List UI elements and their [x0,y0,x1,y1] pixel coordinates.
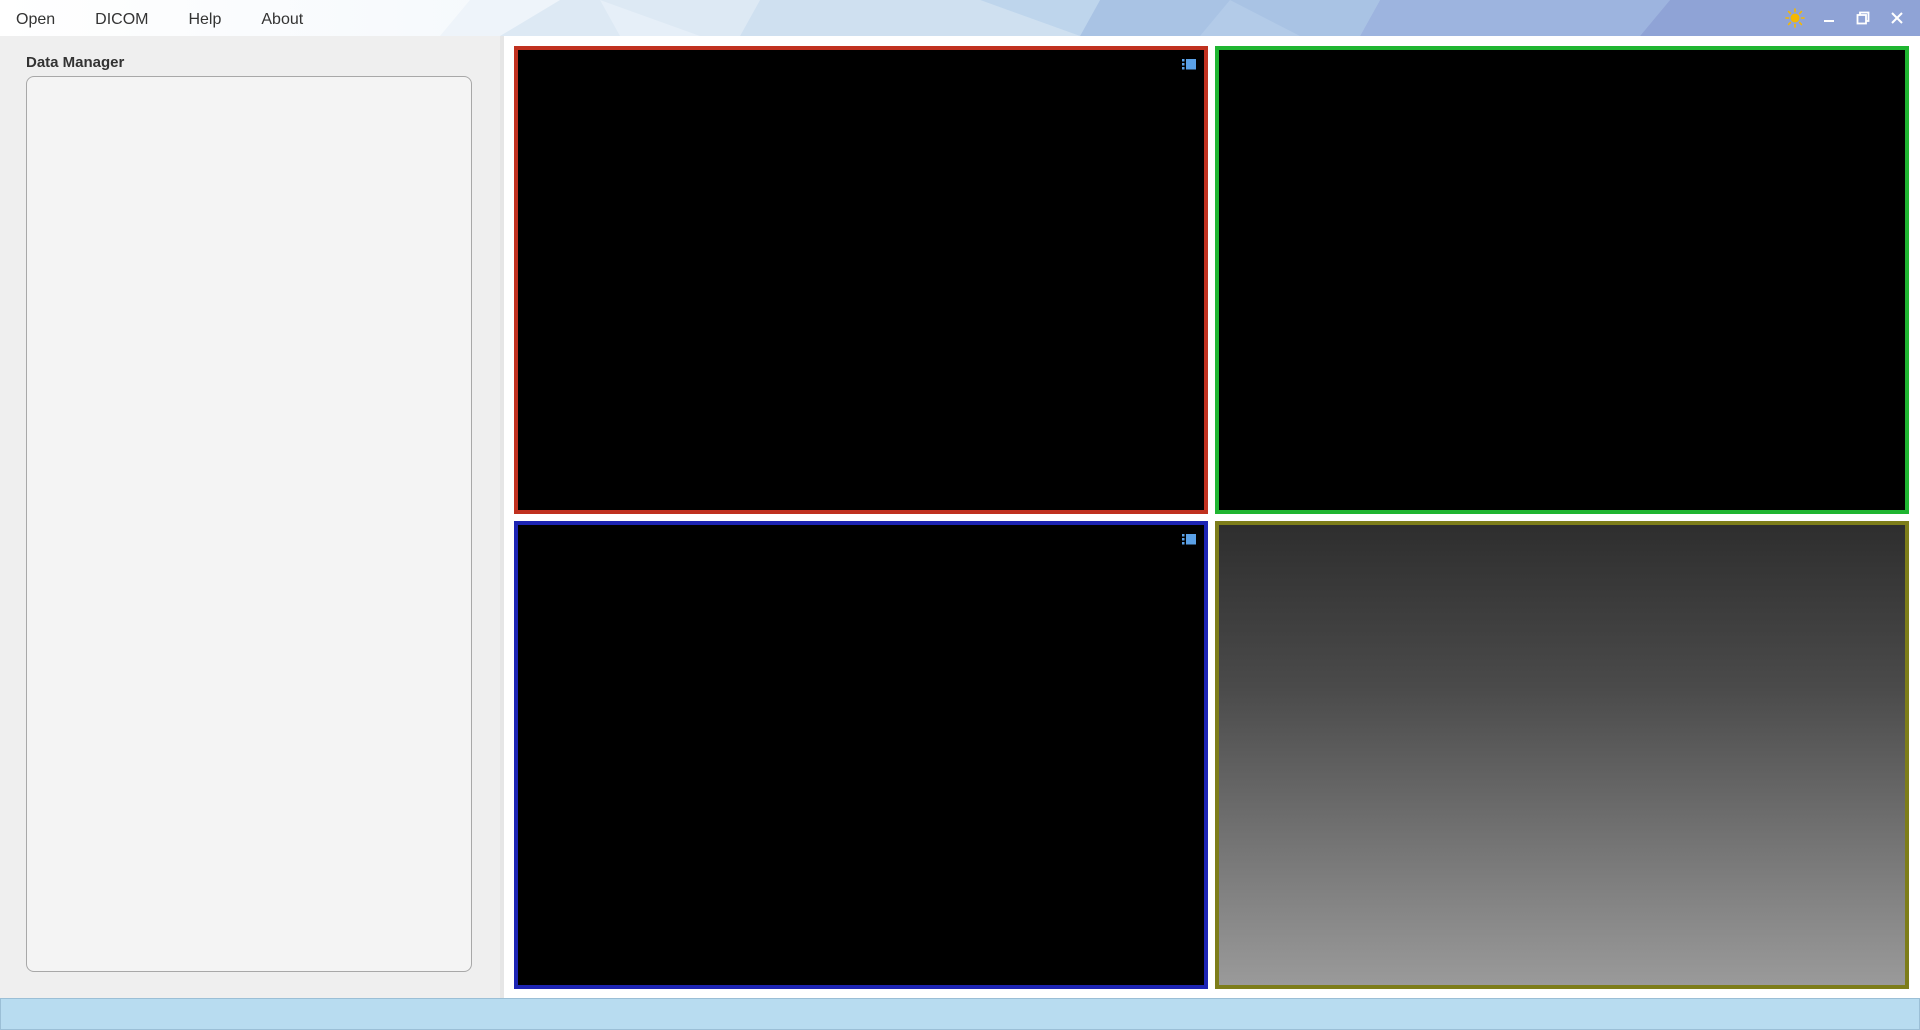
sun-icon [1785,8,1805,28]
theme-toggle-button[interactable] [1782,5,1808,31]
viewport-grid [504,36,1920,998]
data-manager-list[interactable] [26,76,472,972]
window-controls [1782,0,1910,36]
viewport-menu-icon[interactable] [1182,58,1196,70]
viewport-blue[interactable] [514,521,1208,989]
close-icon [1891,12,1903,24]
menu-bar: Open DICOM Help About [0,0,1920,36]
minimize-icon [1824,20,1834,22]
data-manager-title: Data Manager [26,54,125,71]
menu-about[interactable]: About [241,0,323,36]
data-manager-panel: Data Manager [0,36,501,998]
status-bar [0,998,1920,1030]
viewport-green[interactable] [1215,46,1909,514]
viewport-3d[interactable] [1215,521,1909,989]
close-button[interactable] [1884,5,1910,31]
menu-items: Open DICOM Help About [0,0,323,36]
menu-dicom[interactable]: DICOM [75,0,168,36]
viewport-red[interactable] [514,46,1208,514]
app-window: Open DICOM Help About Data Manager [0,0,1920,1030]
restore-icon [1856,11,1870,25]
menu-open[interactable]: Open [0,0,75,36]
viewport-menu-icon[interactable] [1182,533,1196,545]
minimize-button[interactable] [1816,5,1842,31]
restore-button[interactable] [1850,5,1876,31]
menu-help[interactable]: Help [168,0,241,36]
